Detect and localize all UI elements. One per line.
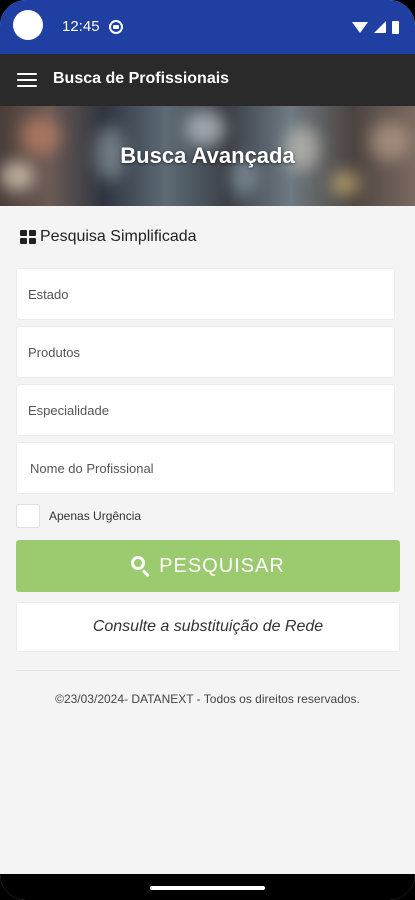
hero-banner: Busca Avançada (0, 106, 415, 206)
search-icon (131, 556, 151, 578)
section-title: Pesquisa Simplificada (40, 228, 197, 245)
produtos-input[interactable] (17, 327, 394, 377)
especialidade-field[interactable] (16, 384, 395, 436)
especialidade-input[interactable] (17, 385, 394, 435)
app-bar: Busca de Profissionais (0, 54, 415, 106)
status-bar: 12:45 (0, 0, 415, 54)
app-screen: 12:45 Busca de Profissionais Busca Avanç… (0, 0, 415, 900)
search-button-label: PESQUISAR (159, 554, 285, 577)
system-icons (352, 19, 399, 35)
app-title: Busca de Profissionais (53, 70, 230, 87)
search-button[interactable]: PESQUISAR (16, 540, 400, 592)
urgency-checkbox[interactable] (16, 504, 40, 528)
urgency-option: Apenas Urgência (16, 504, 141, 528)
section-header: Pesquisa Simplificada (20, 228, 197, 246)
signal-icon (374, 21, 386, 33)
divider (16, 670, 400, 671)
footer-copyright: ©23/03/2024- DATANEXT - Todos os direito… (55, 692, 360, 706)
produtos-field[interactable] (16, 326, 395, 378)
grid-icon (20, 230, 36, 244)
notification-app-icon (109, 20, 123, 34)
battery-icon (392, 20, 399, 34)
hero-title: Busca Avançada (120, 143, 295, 168)
urgency-label: Apenas Urgência (49, 509, 142, 523)
home-indicator[interactable] (150, 886, 265, 890)
nome-profissional-field[interactable] (16, 442, 395, 494)
status-clock: 12:45 (62, 18, 100, 35)
wifi-icon (352, 21, 368, 33)
rede-button-label: Consulte a substituição de Rede (92, 618, 324, 635)
estado-field[interactable] (16, 268, 395, 320)
menu-icon[interactable] (17, 73, 37, 87)
nome-profissional-input[interactable] (17, 443, 394, 493)
rede-substitution-button[interactable]: Consulte a substituição de Rede (16, 602, 400, 652)
camera-cutout (13, 10, 43, 40)
estado-input[interactable] (17, 269, 394, 319)
gesture-bar (0, 874, 415, 900)
